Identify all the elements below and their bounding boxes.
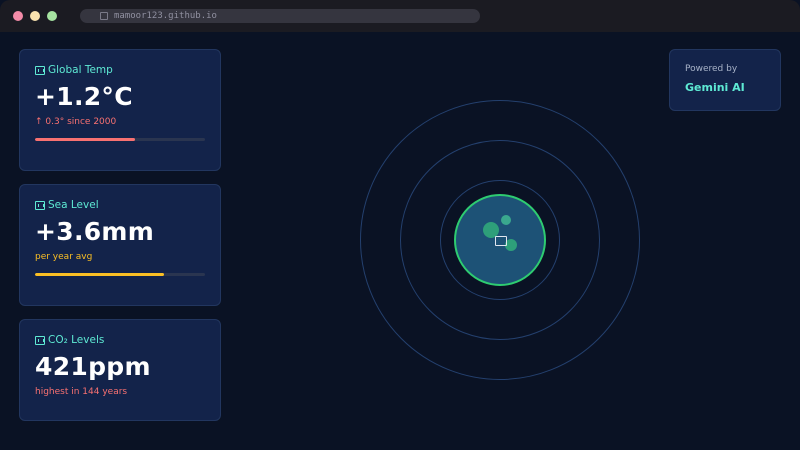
progress-fill xyxy=(35,138,136,141)
close-window-button[interactable] xyxy=(13,11,23,21)
card-value: 421ppm xyxy=(35,352,151,381)
earth-icon xyxy=(495,236,507,246)
powered-by-label: Powered by xyxy=(685,64,738,74)
cloud-icon xyxy=(35,335,45,345)
minimize-window-button[interactable] xyxy=(30,11,40,21)
earth-globe[interactable] xyxy=(454,194,546,286)
card-subtext: per year avg xyxy=(35,252,93,262)
thermometer-icon xyxy=(35,65,45,75)
stat-card-global-temp: Global Temp +1.2°C ↑ 0.3° since 2000 xyxy=(19,49,221,171)
landmass xyxy=(501,215,511,225)
address-bar[interactable]: mamoor123.github.io xyxy=(80,9,480,23)
lock-icon xyxy=(100,12,108,20)
card-label: Sea Level xyxy=(48,199,99,211)
card-subtext: ↑ 0.3° since 2000 xyxy=(35,117,117,127)
progress-bar xyxy=(35,273,205,276)
maximize-window-button[interactable] xyxy=(47,11,57,21)
wave-icon xyxy=(35,200,45,210)
browser-titlebar: mamoor123.github.io xyxy=(0,0,800,32)
card-label: CO₂ Levels xyxy=(48,334,105,346)
card-value: +1.2°C xyxy=(35,82,133,111)
card-value: +3.6mm xyxy=(35,217,155,246)
progress-bar xyxy=(35,138,205,141)
card-subtext: highest in 144 years xyxy=(35,387,128,397)
stat-card-co2-levels: CO₂ Levels 421ppm highest in 144 years xyxy=(19,319,221,421)
powered-by-name: Gemini AI xyxy=(685,81,745,94)
progress-fill xyxy=(35,273,165,276)
powered-by-panel: Powered by Gemini AI xyxy=(669,49,781,111)
stat-card-sea-level: Sea Level +3.6mm per year avg xyxy=(19,184,221,306)
url-text: mamoor123.github.io xyxy=(114,11,217,21)
card-label: Global Temp xyxy=(48,64,113,76)
